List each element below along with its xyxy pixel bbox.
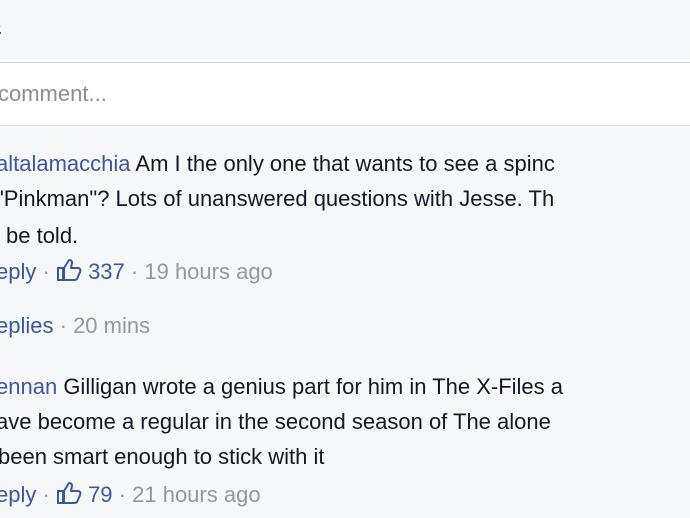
comment-1-line-3: be told. <box>6 221 78 251</box>
separator: · <box>42 482 50 507</box>
top-link[interactable]: s <box>0 10 1 36</box>
comment-input-box[interactable] <box>0 62 690 126</box>
comments-panel: s altalamacchia Am I the only one that w… <box>0 0 690 518</box>
comment-1-meta: eply · 337 · 19 hours ago <box>0 257 273 287</box>
comment-2-text-1: Gilligan wrote a genius part for him in … <box>63 374 564 399</box>
comment-2-line-2: ave become a regular in the second seaso… <box>0 407 551 437</box>
header-strip: s <box>0 0 690 60</box>
comment-1-line-1: altalamacchia Am I the only one that wan… <box>0 149 555 179</box>
replies-row: eplies · 20 mins <box>0 311 150 341</box>
comment-2-text-3: been smart enough to stick with it <box>0 444 325 469</box>
thumbs-up-icon[interactable] <box>56 258 82 282</box>
replies-timestamp: 20 mins <box>73 313 151 338</box>
comment-1-author[interactable]: altalamacchia <box>0 151 131 176</box>
comment-2-line-3: been smart enough to stick with it <box>0 442 325 472</box>
comment-1-text-1: Am I the only one that wants to see a sp… <box>135 151 555 176</box>
comment-1-reply-link[interactable]: eply <box>0 259 36 284</box>
comment-2-meta: eply · 79 · 21 hours ago <box>0 480 261 510</box>
comment-1-line-2: "Pinkman"? Lots of unanswered questions … <box>0 184 554 214</box>
separator: · <box>42 259 50 284</box>
comment-1-text-2: "Pinkman"? Lots of unanswered questions … <box>0 186 555 211</box>
comment-1-like-count[interactable]: 337 <box>88 259 125 284</box>
separator: · <box>118 482 126 507</box>
separator: · <box>59 313 67 338</box>
comment-2-timestamp[interactable]: 21 hours ago <box>132 482 260 507</box>
thumbs-up-icon[interactable] <box>56 481 82 505</box>
separator: · <box>130 259 139 284</box>
replies-link[interactable]: eplies <box>0 313 53 338</box>
comment-2-reply-link[interactable]: eply <box>0 482 36 507</box>
comment-2-line-1: ennan Gilligan wrote a genius part for h… <box>0 372 563 402</box>
comment-2-author[interactable]: ennan <box>0 374 57 399</box>
comment-1-text-3: be told. <box>6 223 79 248</box>
comment-1-timestamp[interactable]: 19 hours ago <box>144 259 272 284</box>
comment-2-like-count[interactable]: 79 <box>88 482 112 507</box>
comment-input[interactable] <box>0 63 690 125</box>
comment-2-text-2: ave become a regular in the second seaso… <box>0 409 551 434</box>
